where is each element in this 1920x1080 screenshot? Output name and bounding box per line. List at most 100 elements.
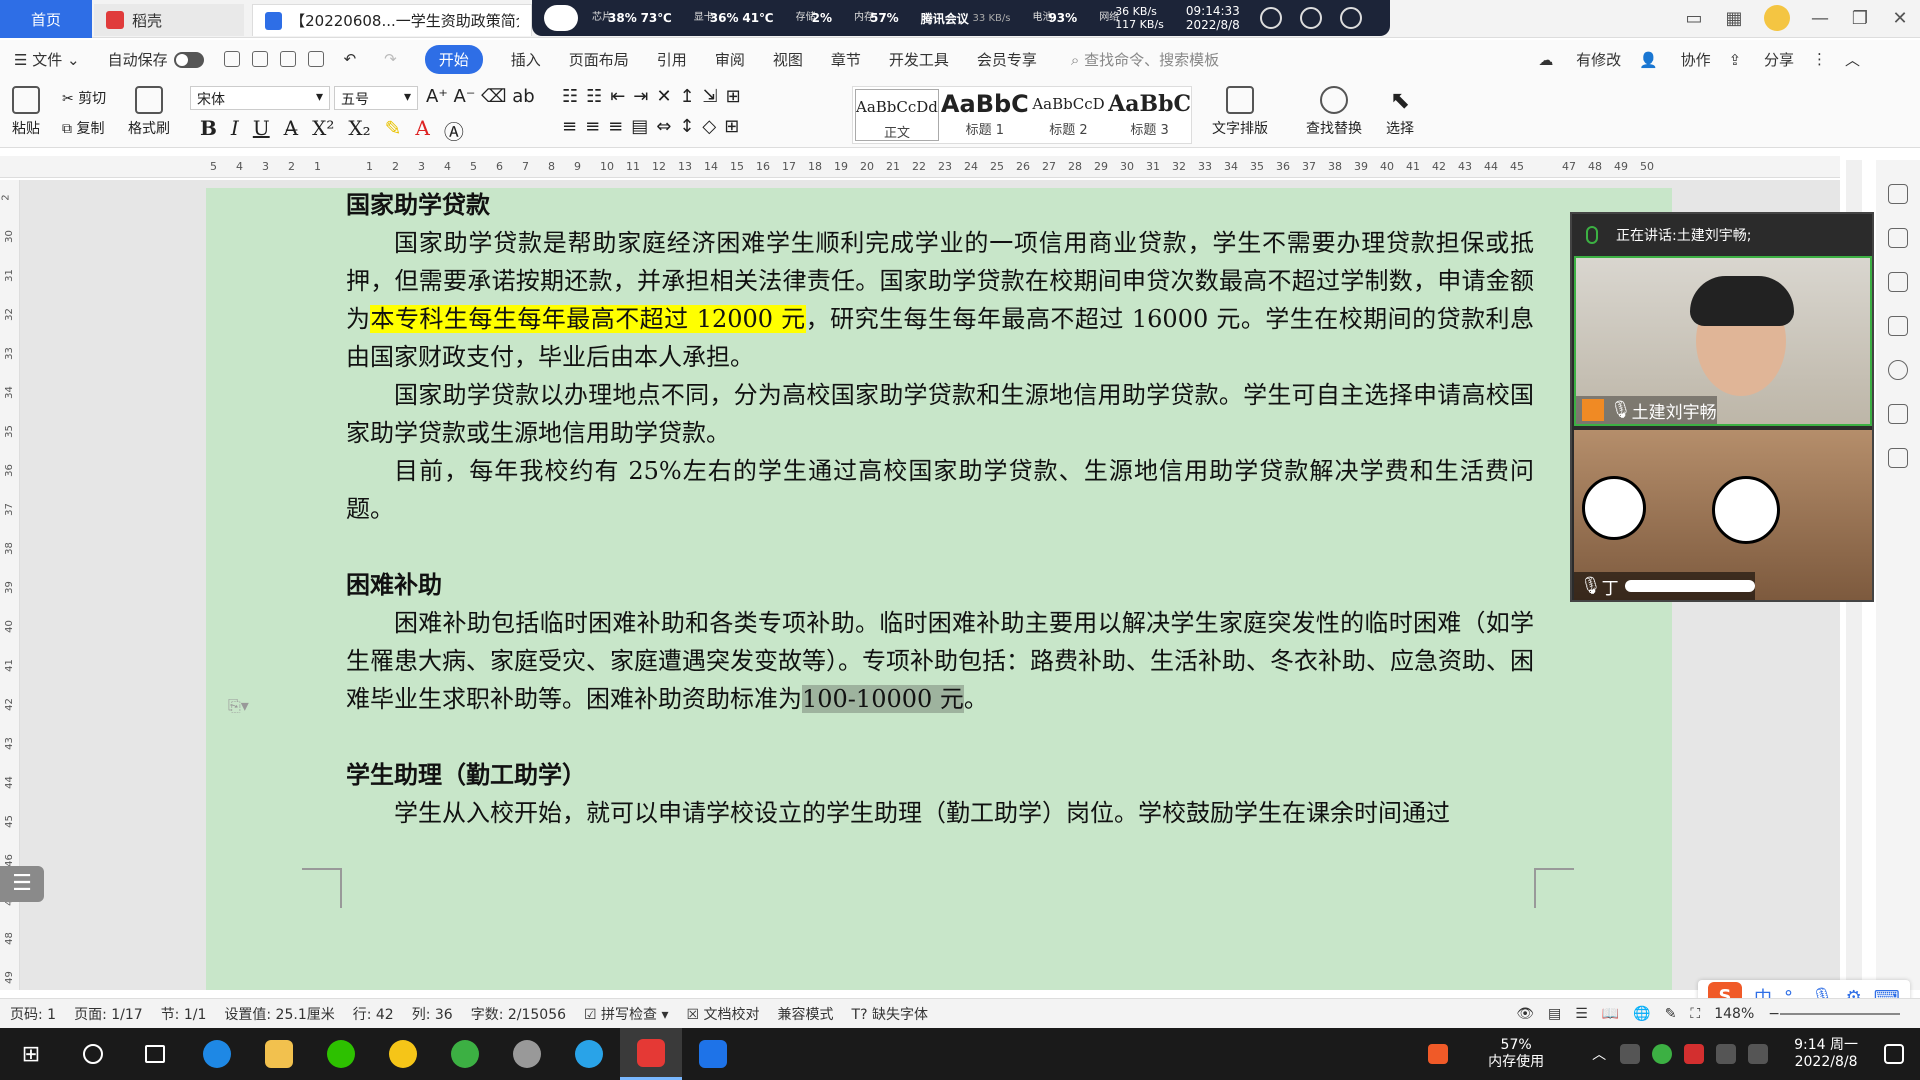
fit-zoom-icon[interactable]: ⛶ — [1690, 1006, 1700, 1022]
notification-icon[interactable] — [1884, 1044, 1904, 1064]
page-view-icon[interactable]: ▤ — [1548, 1006, 1561, 1022]
taskbar-app-paint[interactable] — [496, 1028, 558, 1080]
text-layout-button[interactable]: 文字排版 — [1212, 86, 1268, 138]
participant-video[interactable]: 🎙 土建刘宇畅 — [1574, 256, 1872, 426]
cursor-tool-icon[interactable] — [1888, 272, 1908, 292]
outline-toggle-icon[interactable]: ☰ — [0, 866, 44, 902]
outline-view-icon[interactable]: ☰ — [1575, 1006, 1588, 1022]
paragraph-tools-bottom[interactable]: ≡≡≡▤⇔↕◇⊞ — [562, 116, 747, 137]
proofread-button[interactable]: ☒ 文档校对 — [687, 1004, 760, 1024]
task-view-button[interactable] — [124, 1028, 186, 1080]
layout-icon[interactable]: ▭ — [1674, 8, 1714, 29]
settings-tool-icon[interactable] — [1888, 316, 1908, 336]
settings-icon[interactable] — [1339, 7, 1362, 29]
moon-icon[interactable] — [1299, 7, 1322, 29]
superscript-button[interactable]: X² — [312, 116, 334, 145]
command-search[interactable]: ⌕ 查找命令、搜索模板 — [1071, 49, 1219, 70]
italic-button[interactable]: I — [231, 116, 239, 145]
taskbar-ie[interactable] — [186, 1028, 248, 1080]
style-heading-2[interactable]: AaBbCcD 标题 2 — [1029, 87, 1108, 143]
find-replace-button[interactable]: 查找替换 — [1306, 86, 1362, 138]
collapse-ribbon-icon[interactable]: ︿ — [1845, 49, 1860, 70]
style-normal[interactable]: AaBbCcDd 正文 — [855, 89, 939, 141]
sogou-tray-icon[interactable] — [1428, 1044, 1449, 1064]
menu-references[interactable]: 引用 — [657, 49, 687, 70]
print-icon[interactable] — [279, 51, 296, 67]
redo-icon[interactable]: ↷ — [384, 50, 397, 68]
close-icon[interactable]: ✕ — [1880, 8, 1920, 29]
char-border-button[interactable]: Ⓐ — [444, 116, 464, 145]
wifi-icon[interactable] — [1620, 1044, 1641, 1064]
font-color-button[interactable]: A — [415, 116, 429, 145]
underline-button[interactable]: U — [253, 116, 270, 145]
missing-font-button[interactable]: T? 缺失字体 — [852, 1004, 928, 1024]
copy-button[interactable]: ⧉ 复制 — [62, 118, 104, 138]
menu-start[interactable]: 开始 — [424, 44, 483, 74]
minimize-icon[interactable]: — — [1800, 8, 1840, 29]
start-button[interactable]: ⊞ — [0, 1028, 62, 1080]
restore-icon[interactable]: ❐ — [1840, 8, 1880, 29]
style-heading-1[interactable]: AaBbC 标题 1 — [941, 87, 1029, 143]
write-view-icon[interactable]: ✎ — [1665, 1006, 1677, 1022]
horizontal-ruler[interactable]: 5 4 3 2 1 1 2 3 4 5 6 7 8 9 10 11 12 13 14 15 16 17 18 19 20 21 22… — [0, 156, 1840, 178]
memory-usage[interactable]: 57% 内存使用 — [1488, 1037, 1544, 1071]
rocket-icon[interactable] — [1259, 7, 1282, 29]
collab-button[interactable]: 👤 协作 — [1639, 49, 1710, 70]
subscript-button[interactable]: X₂ — [348, 116, 370, 145]
modified-button[interactable]: ☁ 有修改 — [1538, 49, 1621, 70]
status-words[interactable]: 字数: 2/15056 — [471, 1004, 566, 1024]
tab-daoke[interactable]: 稻壳 — [94, 4, 244, 36]
pen-tool-icon[interactable] — [1888, 228, 1908, 248]
menu-developer[interactable]: 开发工具 — [889, 49, 949, 70]
zoom-level[interactable]: 148% — [1714, 1006, 1754, 1022]
taskbar-wps[interactable] — [620, 1028, 682, 1080]
style-heading-3[interactable]: AaBbC 标题 3 — [1108, 87, 1191, 143]
tab-document[interactable]: 【20220608...一学生资助政策简介 — [252, 4, 532, 36]
user-avatar[interactable] — [1764, 5, 1790, 31]
zoom-slider[interactable] — [1780, 1013, 1900, 1015]
menu-chapter[interactable]: 章节 — [831, 49, 861, 70]
security-icon[interactable] — [1652, 1044, 1673, 1064]
status-page[interactable]: 页面: 1/17 — [74, 1004, 143, 1024]
save-icon[interactable] — [223, 51, 240, 67]
strikethrough-button[interactable]: A̶ — [284, 116, 298, 145]
menu-insert[interactable]: 插入 — [511, 49, 541, 70]
bold-button[interactable]: B — [200, 116, 217, 145]
paragraph-tools-top[interactable]: ☷☷⇤⇥✕↥⇲⊞ — [562, 86, 749, 107]
more-icon[interactable]: ⋮ — [1812, 50, 1827, 68]
taskbar-explorer[interactable] — [248, 1028, 310, 1080]
preview-icon[interactable] — [307, 51, 324, 67]
taskbar-meeting[interactable] — [682, 1028, 744, 1080]
autosave-toggle[interactable]: 自动保存 — [108, 49, 204, 70]
export-pdf-icon[interactable] — [251, 51, 268, 67]
volume-icon[interactable] — [1748, 1044, 1769, 1064]
format-painter-button[interactable]: 格式刷 — [128, 86, 170, 138]
battery-icon[interactable] — [1716, 1044, 1737, 1064]
taskbar-clock[interactable]: 9:14 周一 2022/8/8 — [1794, 1037, 1858, 1071]
participant-video[interactable]: 🎙 丁 — [1574, 430, 1872, 600]
taskbar-wechat[interactable] — [310, 1028, 372, 1080]
menu-review[interactable]: 审阅 — [715, 49, 745, 70]
highlight-button[interactable]: ✎ — [385, 116, 402, 145]
taskbar-app-blue[interactable] — [558, 1028, 620, 1080]
font-size-tools[interactable]: A⁺ A⁻ ⌫ ab — [426, 86, 535, 107]
tab-home[interactable]: 首页 — [0, 0, 92, 38]
paragraph-options-icon[interactable]: ⎘▾ — [228, 696, 258, 716]
taskbar-app-green[interactable] — [434, 1028, 496, 1080]
menu-file[interactable]: ☰ 文件 ⌄ — [14, 49, 80, 70]
grid-icon[interactable]: ▦ — [1714, 8, 1754, 29]
tray-app-icon[interactable] — [1684, 1044, 1705, 1064]
spell-check-button[interactable]: ☑ 拼写检查 ▾ — [584, 1004, 669, 1024]
help-icon[interactable] — [1888, 360, 1908, 380]
toggle-switch-icon[interactable] — [173, 52, 204, 68]
taskbar-app-yellow[interactable] — [372, 1028, 434, 1080]
search-button[interactable] — [62, 1028, 124, 1080]
select-button[interactable]: ⬉ 选择 — [1386, 86, 1414, 138]
camera-tool-icon[interactable] — [1888, 404, 1908, 424]
undo-icon[interactable]: ↶ — [344, 50, 357, 68]
web-view-icon[interactable]: 🌐 — [1633, 1006, 1650, 1022]
font-size-select[interactable]: 五号 ▾ — [334, 86, 418, 110]
menu-page-layout[interactable]: 页面布局 — [569, 49, 629, 70]
document-content[interactable]: 国家助学贷款 国家助学贷款是帮助家庭经济困难学生顺利完成学业的一项信用商业贷款，… — [346, 186, 1534, 832]
menu-member[interactable]: 会员专享 — [977, 49, 1037, 70]
